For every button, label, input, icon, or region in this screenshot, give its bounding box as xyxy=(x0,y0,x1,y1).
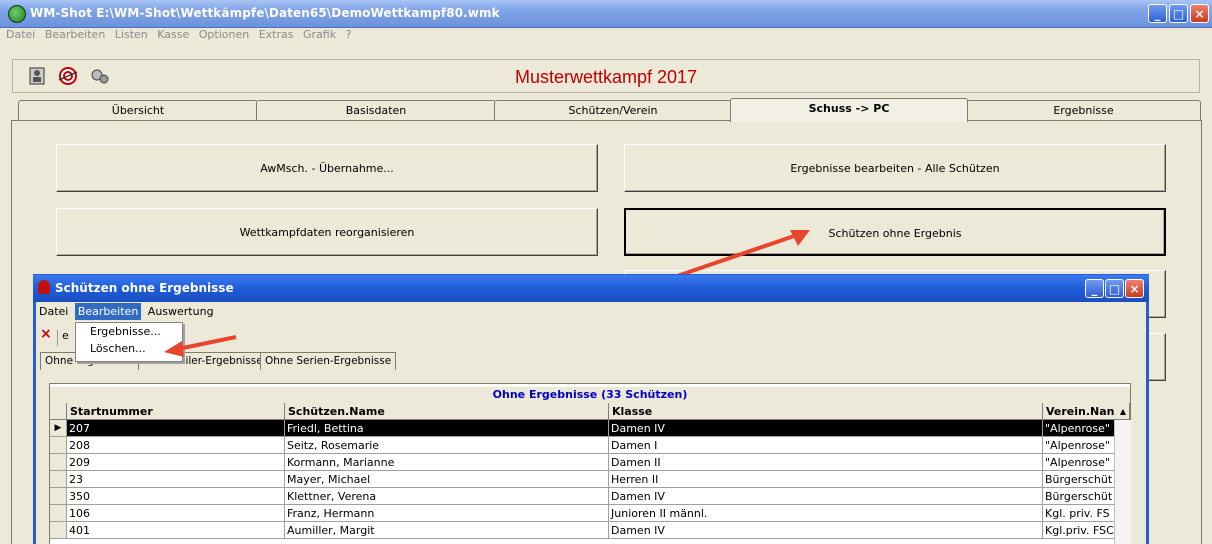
row-indicator[interactable] xyxy=(50,471,67,488)
dialog-minimize-button[interactable]: _ xyxy=(1085,279,1104,298)
table-cell[interactable]: Aumiller, Margit xyxy=(285,522,609,539)
menu-grafik[interactable]: Grafik xyxy=(303,28,336,41)
table-cell[interactable]: Damen IV xyxy=(609,522,1043,539)
col-verein[interactable]: Verein.Nan ▲ xyxy=(1043,403,1130,420)
table-cell[interactable]: Bürgerschüt xyxy=(1043,471,1115,488)
dialog-menu-datei[interactable]: Datei xyxy=(36,303,71,320)
scroll-up-icon[interactable]: ▲ xyxy=(1120,403,1126,420)
dialog-maximize-button[interactable]: □ xyxy=(1105,279,1124,298)
table-cell[interactable]: Mayer, Michael xyxy=(285,471,609,488)
current-row-indicator-icon[interactable]: ▶ xyxy=(50,420,67,437)
col-verein-label: Verein.Nan xyxy=(1046,405,1115,418)
menu-optionen[interactable]: Optionen xyxy=(199,28,249,41)
tab-basisdaten[interactable]: Basisdaten xyxy=(256,100,496,120)
table-cell[interactable]: Klettner, Verena xyxy=(285,488,609,505)
table-cell[interactable]: Friedl, Bettina xyxy=(285,420,609,437)
dialog-title: Schützen ohne Ergebnisse xyxy=(55,281,234,295)
tab-schuetzen-verein[interactable]: Schützen/Verein xyxy=(494,100,732,120)
grid-scrollbar[interactable] xyxy=(1114,420,1131,544)
dialog-menu-bearbeiten[interactable]: Bearbeiten xyxy=(74,303,142,320)
window-title: WM-Shot E:\WM-Shot\Wettkämpfe\Daten65\De… xyxy=(30,6,500,20)
table-cell[interactable]: Bürgerschüt xyxy=(1043,488,1115,505)
menu-extras[interactable]: Extras xyxy=(259,28,294,41)
tab-uebersicht[interactable]: Übersicht xyxy=(18,100,258,120)
table-cell[interactable]: Damen I xyxy=(609,437,1043,454)
delete-x-icon[interactable]: × xyxy=(40,326,52,342)
grid-caption: Ohne Ergebnisse (33 Schützen) xyxy=(50,387,1130,404)
awmsch-import-button[interactable]: AwMsch. - Übernahme... xyxy=(56,144,598,192)
table-cell[interactable]: Damen II xyxy=(609,454,1043,471)
table-cell[interactable]: Seitz, Rosemarie xyxy=(285,437,609,454)
table-cell[interactable]: Herren II xyxy=(609,471,1043,488)
minimize-button[interactable]: _ xyxy=(1148,4,1167,23)
grid-corner xyxy=(50,403,67,420)
table-cell[interactable]: Junioren II männl. xyxy=(609,505,1043,522)
annotation-arrow-2 xyxy=(164,335,237,357)
table-cell[interactable]: 209 xyxy=(67,454,285,471)
row-indicator[interactable] xyxy=(50,522,67,539)
main-menu-bar: Datei Bearbeiten Listen Kasse Optionen E… xyxy=(0,28,1212,46)
row-indicator[interactable] xyxy=(50,505,67,522)
subtab-ohne-serien[interactable]: Ohne Serien-Ergebnisse xyxy=(260,352,397,370)
competition-banner: Musterwettkampf 2017 xyxy=(514,67,698,87)
table-cell[interactable]: Damen IV xyxy=(609,488,1043,505)
reorganize-data-button[interactable]: Wettkampfdaten reorganisieren xyxy=(56,208,598,256)
table-cell[interactable]: 350 xyxy=(67,488,285,505)
dialog-menu-bar: Datei Bearbeiten Auswertung xyxy=(36,303,1146,321)
col-startnummer[interactable]: Startnummer xyxy=(67,403,285,420)
menu-bearbeiten[interactable]: Bearbeiten xyxy=(45,28,105,41)
app-globe-icon xyxy=(8,5,26,23)
tab-ergebnisse[interactable]: Ergebnisse xyxy=(966,100,1201,120)
dialog-app-icon xyxy=(38,280,50,294)
row-indicator[interactable] xyxy=(50,488,67,505)
table-cell[interactable]: 401 xyxy=(67,522,285,539)
maximize-button[interactable]: □ xyxy=(1169,4,1188,23)
row-indicator[interactable] xyxy=(50,437,67,454)
row-indicator[interactable] xyxy=(50,454,67,471)
menu-kasse[interactable]: Kasse xyxy=(157,28,189,41)
edit-all-results-button[interactable]: Ergebnisse bearbeiten - Alle Schützen xyxy=(624,144,1166,192)
table-cell[interactable]: Franz, Hermann xyxy=(285,505,609,522)
table-cell[interactable]: Kormann, Marianne xyxy=(285,454,609,471)
table-cell[interactable]: Kgl.priv. FSC xyxy=(1043,522,1115,539)
menu-listen[interactable]: Listen xyxy=(115,28,148,41)
close-button[interactable]: × xyxy=(1190,4,1209,23)
col-name[interactable]: Schützen.Name xyxy=(285,403,609,420)
menu-help[interactable]: ? xyxy=(346,28,352,41)
menu-datei[interactable]: Datei xyxy=(6,28,35,41)
table-cell[interactable]: Kgl. priv. FS xyxy=(1043,505,1115,522)
dialog-title-bar[interactable]: Schützen ohne Ergebnisse _ □ × xyxy=(33,275,1149,302)
col-klasse[interactable]: Klasse xyxy=(609,403,1043,420)
table-cell[interactable]: 207 xyxy=(67,420,285,437)
table-cell[interactable]: 106 xyxy=(67,505,285,522)
table-cell[interactable]: "Alpenrose" xyxy=(1043,420,1115,437)
table-cell[interactable]: Damen IV xyxy=(609,420,1043,437)
toolbar-letter: e xyxy=(62,329,69,342)
main-title-bar[interactable]: WM-Shot E:\WM-Shot\Wettkämpfe\Daten65\De… xyxy=(0,0,1212,28)
dialog-menu-auswertung[interactable]: Auswertung xyxy=(145,303,217,320)
table-cell[interactable]: 23 xyxy=(67,471,285,488)
table-cell[interactable]: "Alpenrose" xyxy=(1043,437,1115,454)
dialog-close-button[interactable]: × xyxy=(1125,279,1144,298)
tab-schuss-pc[interactable]: Schuss -> PC xyxy=(730,98,968,122)
table-cell[interactable]: "Alpenrose" xyxy=(1043,454,1115,471)
toolbar-separator xyxy=(57,330,58,346)
table-cell[interactable]: 208 xyxy=(67,437,285,454)
